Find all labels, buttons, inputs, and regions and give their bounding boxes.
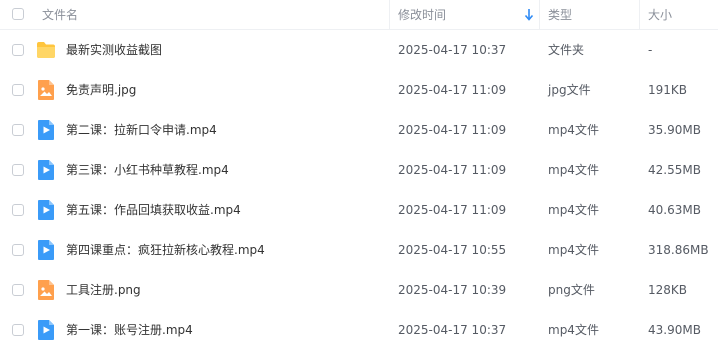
row-checkbox[interactable] [12,124,24,136]
file-name[interactable]: 工具注册.png [66,270,141,310]
modified-time: 2025-04-17 11:09 [398,83,507,97]
file-name[interactable]: 第二课：拉新口令申请.mp4 [66,110,217,150]
video-file-icon [36,119,56,141]
file-type: mp4文件 [548,203,599,217]
file-row[interactable]: 工具注册.png 2025-04-17 10:39 png文件 128KB [0,270,718,310]
modified-time: 2025-04-17 10:39 [398,283,507,297]
video-file-icon [36,199,56,221]
column-header-modified-time[interactable]: 修改时间 [398,0,446,30]
column-header-type[interactable]: 类型 [548,0,572,30]
file-row[interactable]: 第四课重点：疯狂拉新核心教程.mp4 2025-04-17 10:55 mp4文件 3… [0,230,718,270]
modified-time: 2025-04-17 11:09 [398,163,507,177]
file-row[interactable]: 第三课：小红书种草教程.mp4 2025-04-17 11:09 mp4文件 42.5… [0,150,718,190]
modified-time: 2025-04-17 11:09 [398,203,507,217]
video-file-icon [36,159,56,181]
file-list-header: 文件名 修改时间 类型 大小 [0,0,718,30]
modified-time: 2025-04-17 11:09 [398,123,507,137]
file-row[interactable]: 最新实测收益截图 2025-04-17 10:37 文件夹 - [0,30,718,70]
row-checkbox[interactable] [12,324,24,336]
file-size: 191KB [648,83,688,97]
file-name[interactable]: 第一课：账号注册.mp4 [66,310,193,350]
file-size: 318.86MB [648,243,709,257]
file-name[interactable]: 免责声明.jpg [66,70,136,110]
modified-time: 2025-04-17 10:55 [398,243,507,257]
image-file-icon [36,279,56,301]
file-row[interactable]: 第二课：拉新口令申请.mp4 2025-04-17 11:09 mp4文件 35.90… [0,110,718,150]
row-checkbox[interactable] [12,84,24,96]
row-checkbox[interactable] [12,44,24,56]
file-type: mp4文件 [548,123,599,137]
file-row[interactable]: 第五课：作品回填获取收益.mp4 2025-04-17 11:09 mp4文件 40.… [0,190,718,230]
column-divider[interactable] [539,0,540,30]
row-checkbox[interactable] [12,284,24,296]
row-checkbox[interactable] [12,164,24,176]
file-type: png文件 [548,283,595,297]
file-type: jpg文件 [548,83,591,97]
arrow-down-icon[interactable] [524,8,534,22]
column-divider[interactable] [639,0,640,30]
column-header-name[interactable]: 文件名 [42,0,78,30]
file-list: 文件名 修改时间 类型 大小 最新实测收益截图 2025-04-17 10:37 文… [0,0,718,355]
file-type: mp4文件 [548,163,599,177]
file-row[interactable]: 免责声明.jpg 2025-04-17 11:09 jpg文件 191KB [0,70,718,110]
column-divider[interactable] [389,0,390,30]
file-size: - [648,43,653,57]
file-size: 128KB [648,283,688,297]
file-name[interactable]: 第三课：小红书种草教程.mp4 [66,150,229,190]
image-file-icon [36,79,56,101]
file-type: 文件夹 [548,43,585,57]
row-checkbox[interactable] [12,204,24,216]
file-name[interactable]: 最新实测收益截图 [66,30,162,70]
file-size: 42.55MB [648,163,701,177]
file-row[interactable]: 第一课：账号注册.mp4 2025-04-17 10:37 mp4文件 43.90MB [0,310,718,350]
row-checkbox[interactable] [12,244,24,256]
folder-icon [36,39,56,61]
video-file-icon [36,239,56,261]
file-size: 43.90MB [648,323,701,337]
file-name[interactable]: 第四课重点：疯狂拉新核心教程.mp4 [66,230,265,270]
file-type: mp4文件 [548,243,599,257]
modified-time: 2025-04-17 10:37 [398,43,507,57]
file-name[interactable]: 第五课：作品回填获取收益.mp4 [66,190,241,230]
file-type: mp4文件 [548,323,599,337]
select-all-checkbox[interactable] [12,8,24,20]
column-header-size[interactable]: 大小 [648,0,672,30]
video-file-icon [36,319,56,341]
file-size: 40.63MB [648,203,701,217]
modified-time: 2025-04-17 10:37 [398,323,507,337]
file-size: 35.90MB [648,123,701,137]
